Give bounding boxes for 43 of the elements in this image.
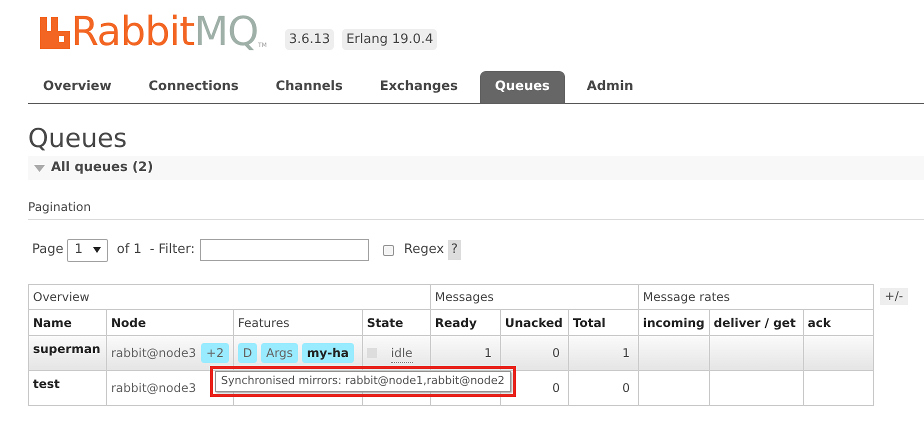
page-count: of 1 [116,241,142,260]
feature-badge: Args [261,343,298,363]
message-count: 1 [622,346,630,360]
column-group-header: Overview [28,284,430,310]
filter-field[interactable] [200,239,369,261]
message-count: 1 [484,346,492,360]
feature-badge: D [238,343,258,363]
nav-tab[interactable]: Overview [28,71,127,103]
page-label: Page [32,241,64,260]
logo-text: MQ [194,12,258,52]
nav-tab[interactable]: Admin [572,71,648,103]
node-name: rabbit@node3 [111,381,196,395]
tooltip: Synchronised mirrors: rabbit@node1,rabbit@node2 [215,371,511,392]
nav-tab[interactable]: Channels [260,71,358,103]
regex-label: Regex [404,241,444,260]
page-title: Queues [28,124,128,154]
nav-tab[interactable]: Connections [134,71,254,103]
queue-name[interactable]: test [33,377,60,391]
pagination-heading: Pagination [28,198,924,220]
columns-toggle-button[interactable]: +/- [880,288,908,305]
page-select[interactable]: 1 [67,238,108,262]
section-title: All queues (2) [51,159,154,178]
feature-badge: my-ha [302,343,354,363]
column-group-header: Message rates [638,284,874,310]
version-badge: 3.6.13 [284,28,334,50]
node-name: rabbit@node3 [111,346,196,360]
mirror-badge[interactable]: +2 [201,343,229,363]
message-count: 0 [622,381,630,395]
state-text: idle [390,344,413,362]
help-button[interactable]: ? [448,240,461,260]
rabbitmq-logo-icon [40,17,70,49]
nav-tab[interactable]: Exchanges [364,71,473,103]
column-group-header: Messages [430,284,638,310]
filter-label: - Filter: [150,241,195,260]
erlang-badge: Erlang 19.0.4 [342,28,438,50]
message-count: 0 [552,346,560,360]
nav-tab[interactable]: Queues [480,71,565,103]
caret-icon [92,247,101,253]
section-header[interactable]: All queues (2) [28,156,924,180]
message-count: 0 [552,381,560,395]
regex-checkbox[interactable] [382,244,394,256]
table-row[interactable]: superman rabbit@node3 +2 D Args my-ha idle 1 0 1 [28,336,874,370]
logo-text: Rabbit [71,12,194,52]
